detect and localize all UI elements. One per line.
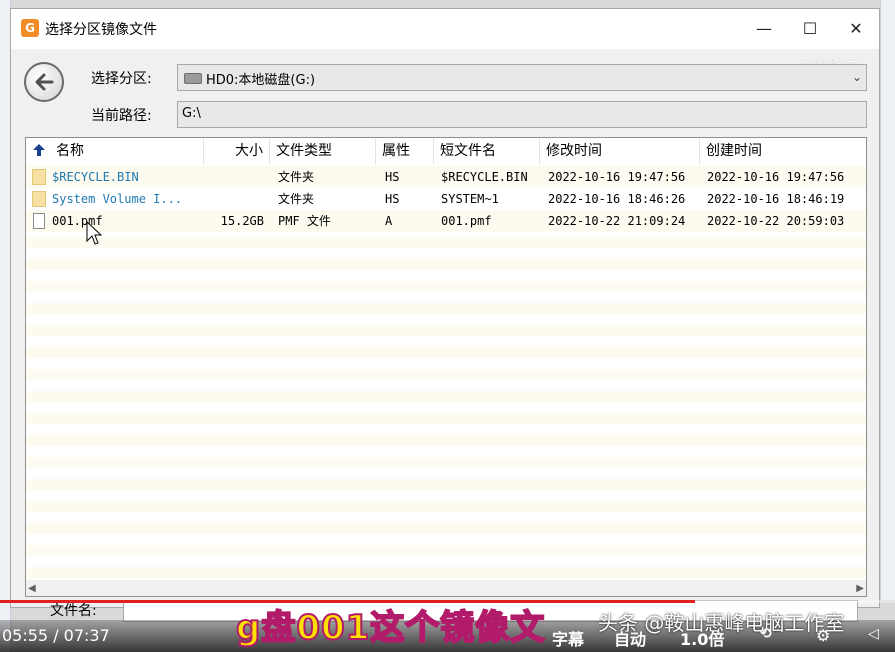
file-short-name: $RECYCLE.BIN — [441, 170, 528, 184]
folder-icon — [32, 169, 46, 185]
partition-label: 选择分区: — [91, 71, 152, 87]
app-icon: G — [21, 19, 39, 37]
file-icon — [33, 213, 45, 229]
file-created: 2022-10-16 18:46:19 — [707, 192, 845, 206]
background-window-right — [880, 0, 895, 600]
table-row[interactable]: 001.pmf 15.2GB PMF 文件 A 001.pmf 2022-10-… — [26, 210, 866, 232]
scroll-left-icon[interactable]: ◀ — [28, 583, 36, 594]
column-size[interactable]: 大小 — [204, 138, 270, 164]
auto-quality-button[interactable]: 自动 — [614, 626, 646, 650]
file-size: 15.2GB — [220, 214, 264, 228]
file-type: 文件夹 — [278, 192, 315, 206]
playback-speed-button[interactable]: 1.0倍 — [680, 626, 724, 650]
file-attr: HS — [385, 192, 400, 206]
file-created: 2022-10-16 19:47:56 — [707, 170, 845, 184]
file-modified: 2022-10-22 21:09:24 — [548, 214, 686, 228]
table-row[interactable]: $RECYCLE.BIN 文件夹 HS $RECYCLE.BIN 2022-10… — [26, 166, 866, 188]
chevron-down-icon[interactable]: ⌄ — [852, 70, 862, 84]
window-title: 选择分区镜像文件 — [45, 22, 157, 38]
file-attr: HS — [385, 170, 400, 184]
column-attr[interactable]: 属性 — [376, 138, 434, 164]
file-modified: 2022-10-16 19:47:56 — [548, 170, 686, 184]
select-partition-image-dialog: G 选择分区镜像文件 — ☐ ✕ @惠峰电 选择分区: HD0:本地磁盘(G:)… — [10, 8, 880, 608]
file-size — [204, 166, 264, 188]
file-attr: A — [385, 214, 393, 228]
column-name[interactable]: 名称 — [26, 138, 204, 164]
settings-icon[interactable]: ⚙ — [816, 626, 830, 645]
column-created[interactable]: 创建时间 — [700, 138, 866, 164]
list-header: 名称 大小 文件类型 属性 短文件名 修改时间 创建时间 — [26, 138, 866, 164]
folder-icon — [32, 191, 46, 207]
maximize-button[interactable]: ☐ — [787, 9, 833, 49]
column-short-name[interactable]: 短文件名 — [434, 138, 540, 164]
partition-value: HD0:本地磁盘(G:) — [206, 73, 316, 88]
close-button[interactable]: ✕ — [833, 9, 879, 49]
file-name: System Volume I... — [52, 192, 183, 206]
loop-icon[interactable]: ⟲ — [760, 626, 772, 642]
minimize-button[interactable]: — — [741, 9, 787, 49]
row-stripes — [26, 204, 866, 596]
file-created: 2022-10-22 20:59:03 — [707, 214, 845, 228]
file-name: $RECYCLE.BIN — [52, 170, 139, 184]
file-modified: 2022-10-16 18:46:26 — [548, 192, 686, 206]
filename-label: 文件名: — [50, 603, 97, 619]
volume-icon[interactable]: ◁ — [868, 626, 879, 642]
file-type: PMF 文件 — [278, 214, 331, 228]
column-name-label: 名称 — [56, 143, 84, 159]
file-short-name: 001.pmf — [441, 214, 492, 228]
current-path-field[interactable]: G:\ — [177, 101, 867, 128]
column-type[interactable]: 文件类型 — [270, 138, 376, 164]
scroll-right-icon[interactable]: ▶ — [856, 583, 864, 594]
disk-icon — [184, 73, 202, 84]
column-modified[interactable]: 修改时间 — [540, 138, 700, 164]
file-list[interactable]: 名称 大小 文件类型 属性 短文件名 修改时间 创建时间 $RECYCLE.BI… — [25, 137, 867, 597]
table-row[interactable]: System Volume I... 文件夹 HS SYSTEM~1 2022-… — [26, 188, 866, 210]
title-bar: G 选择分区镜像文件 — ☐ ✕ — [11, 9, 879, 49]
file-size — [204, 188, 264, 210]
subtitle-button[interactable]: 字幕 — [552, 626, 584, 650]
back-button[interactable] — [24, 62, 64, 102]
video-caption: g盘001这个镜像文 — [235, 607, 546, 649]
file-short-name: SYSTEM~1 — [441, 192, 499, 206]
back-arrow-icon — [35, 73, 54, 91]
partition-select[interactable]: HD0:本地磁盘(G:) ⌄ — [177, 64, 867, 91]
mouse-cursor-icon — [86, 221, 102, 245]
current-path-value: G:\ — [182, 106, 201, 121]
video-time: 05:55 / 07:37 — [2, 626, 110, 645]
horizontal-scrollbar[interactable]: ◀ ▶ — [26, 580, 866, 596]
sort-up-icon — [33, 144, 45, 156]
path-label: 当前路径: — [91, 108, 152, 124]
file-type: 文件夹 — [278, 170, 315, 184]
